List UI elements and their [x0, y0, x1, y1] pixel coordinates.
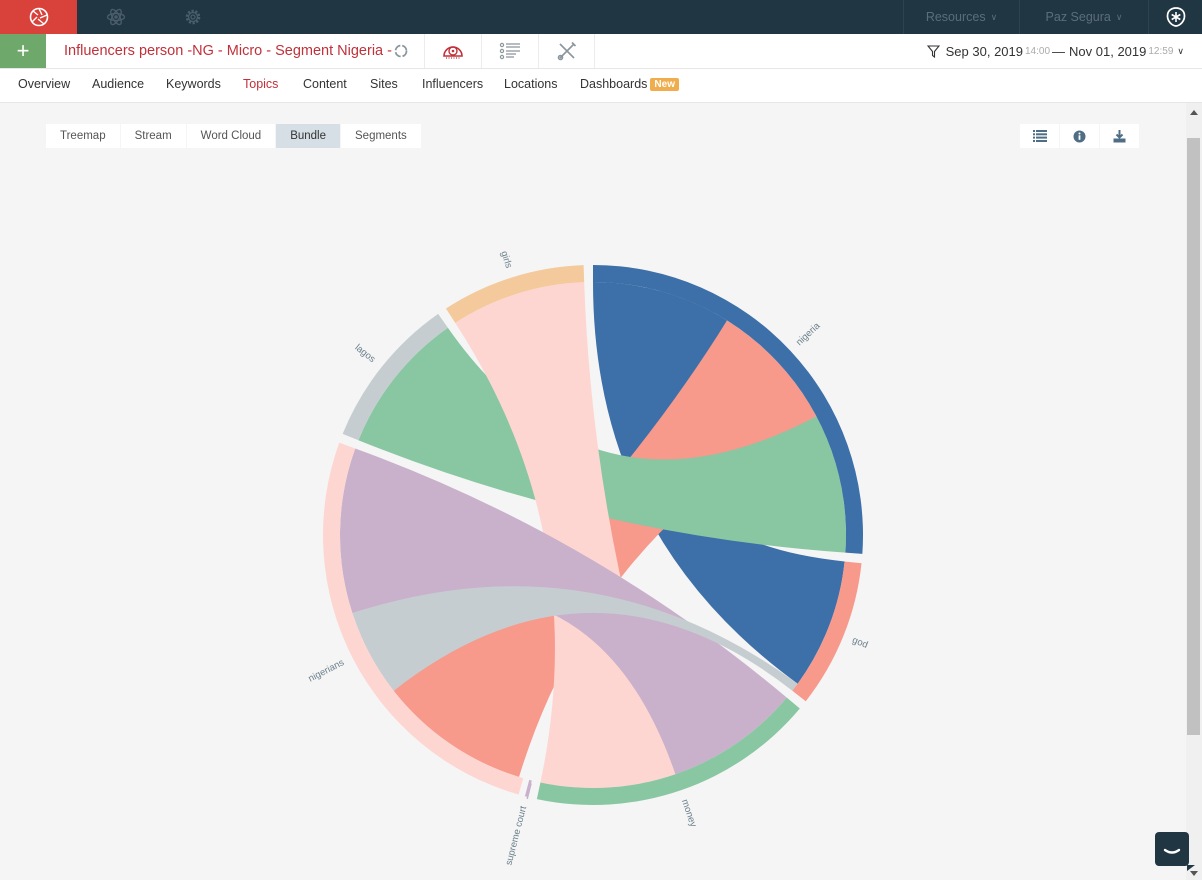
chat-widget-button[interactable] [1155, 832, 1195, 871]
tab-topics[interactable]: Topics [243, 77, 278, 91]
list-icon [1032, 130, 1047, 142]
refresh-button[interactable] [372, 34, 429, 68]
settings-nav-button[interactable] [154, 0, 231, 34]
start-time: 14:00 [1025, 46, 1051, 57]
vertical-scrollbar[interactable] [1186, 103, 1202, 880]
view-tab-word-cloud[interactable]: Word Cloud [186, 124, 276, 148]
tab-dashboards-label: Dashboards [580, 77, 648, 91]
asterisk-badge-icon [1166, 7, 1185, 27]
tools-icon [557, 41, 576, 61]
tools-button[interactable] [538, 34, 595, 68]
dashboard-gauge-icon [443, 46, 463, 59]
atom-nav-button[interactable] [77, 0, 154, 34]
top-navigation-bar: Resources ∨ Paz Segura ∨ [0, 0, 1202, 34]
tab-overview[interactable]: Overview [18, 77, 70, 91]
label-girls: girls [498, 250, 514, 270]
tab-locations[interactable]: Locations [504, 77, 558, 91]
start-date: Sep 30, 2019 [945, 44, 1023, 59]
tab-influencers[interactable]: Influencers [422, 77, 483, 91]
dashboard-button[interactable] [424, 34, 481, 68]
tab-audience[interactable]: Audience [92, 77, 144, 91]
view-tab-treemap[interactable]: Treemap [46, 124, 120, 148]
view-tab-stream[interactable]: Stream [120, 124, 186, 148]
end-time: 12:59 [1148, 46, 1174, 57]
info-button[interactable] [1060, 124, 1099, 148]
label-nigeria: nigeria [794, 320, 823, 348]
chat-smile-icon [1163, 848, 1181, 854]
chevron-down-icon: ∨ [1115, 11, 1123, 22]
query-bar: + Influencers person -NG - Micro - Segme… [0, 34, 1202, 69]
section-tabs: Overview Audience Keywords Topics Conten… [0, 69, 1202, 103]
tab-dashboards[interactable]: Dashboards New [580, 77, 679, 91]
label-nigerians: nigerians [307, 657, 347, 684]
bundle-chord-chart: nigeria god money supreme court nigerians lag… [307, 250, 870, 867]
scroll-up-arrow-icon[interactable] [1190, 110, 1198, 115]
resources-menu[interactable]: Resources ∨ [903, 0, 1019, 34]
date-range-picker[interactable]: Sep 30, 2019 14:00 — Nov 01, 2019 12:59 … [926, 44, 1184, 59]
chevron-down-icon: ∨ [1177, 46, 1184, 56]
gear-icon [185, 9, 200, 25]
download-icon [1113, 129, 1126, 142]
tab-sites[interactable]: Sites [370, 77, 398, 91]
view-tab-segments[interactable]: Segments [341, 124, 421, 148]
chevron-down-icon: ∨ [990, 11, 998, 22]
tab-keywords[interactable]: Keywords [166, 77, 221, 91]
label-supreme-court: supreme court [504, 805, 530, 867]
legend-list-button[interactable] [1020, 124, 1059, 148]
aperture-logo-icon [29, 7, 48, 27]
atom-icon [106, 8, 125, 26]
scrollbar-thumb[interactable] [1187, 138, 1200, 735]
add-query-button[interactable]: + [0, 34, 46, 68]
info-icon [1073, 130, 1086, 142]
scroll-down-arrow-icon[interactable] [1190, 871, 1198, 876]
tab-content[interactable]: Content [303, 77, 347, 91]
label-lagos: lagos [353, 342, 378, 365]
chart-toolbar [1020, 124, 1140, 148]
query-title[interactable]: Influencers person -NG - Micro - Segment… [64, 43, 392, 59]
filter-icon [926, 45, 940, 58]
list-view-button[interactable] [481, 34, 538, 68]
label-god: god [851, 635, 870, 651]
download-button[interactable] [1100, 124, 1139, 148]
resources-label: Resources [925, 10, 986, 24]
user-menu[interactable]: Paz Segura ∨ [1019, 0, 1148, 34]
account-button[interactable] [1148, 0, 1202, 34]
app-logo-button[interactable] [0, 0, 77, 34]
label-money: money [679, 798, 699, 829]
view-tabs: Treemap Stream Word Cloud Bundle Segment… [46, 124, 422, 148]
list-icon [499, 42, 520, 60]
view-tab-bundle[interactable]: Bundle [276, 124, 340, 148]
end-date: Nov 01, 2019 [1069, 44, 1147, 59]
chords-layer [339, 282, 846, 788]
refresh-icon [394, 44, 407, 58]
user-name: Paz Segura [1045, 10, 1111, 24]
date-separator: — [1052, 44, 1066, 59]
new-badge: New [650, 78, 679, 91]
